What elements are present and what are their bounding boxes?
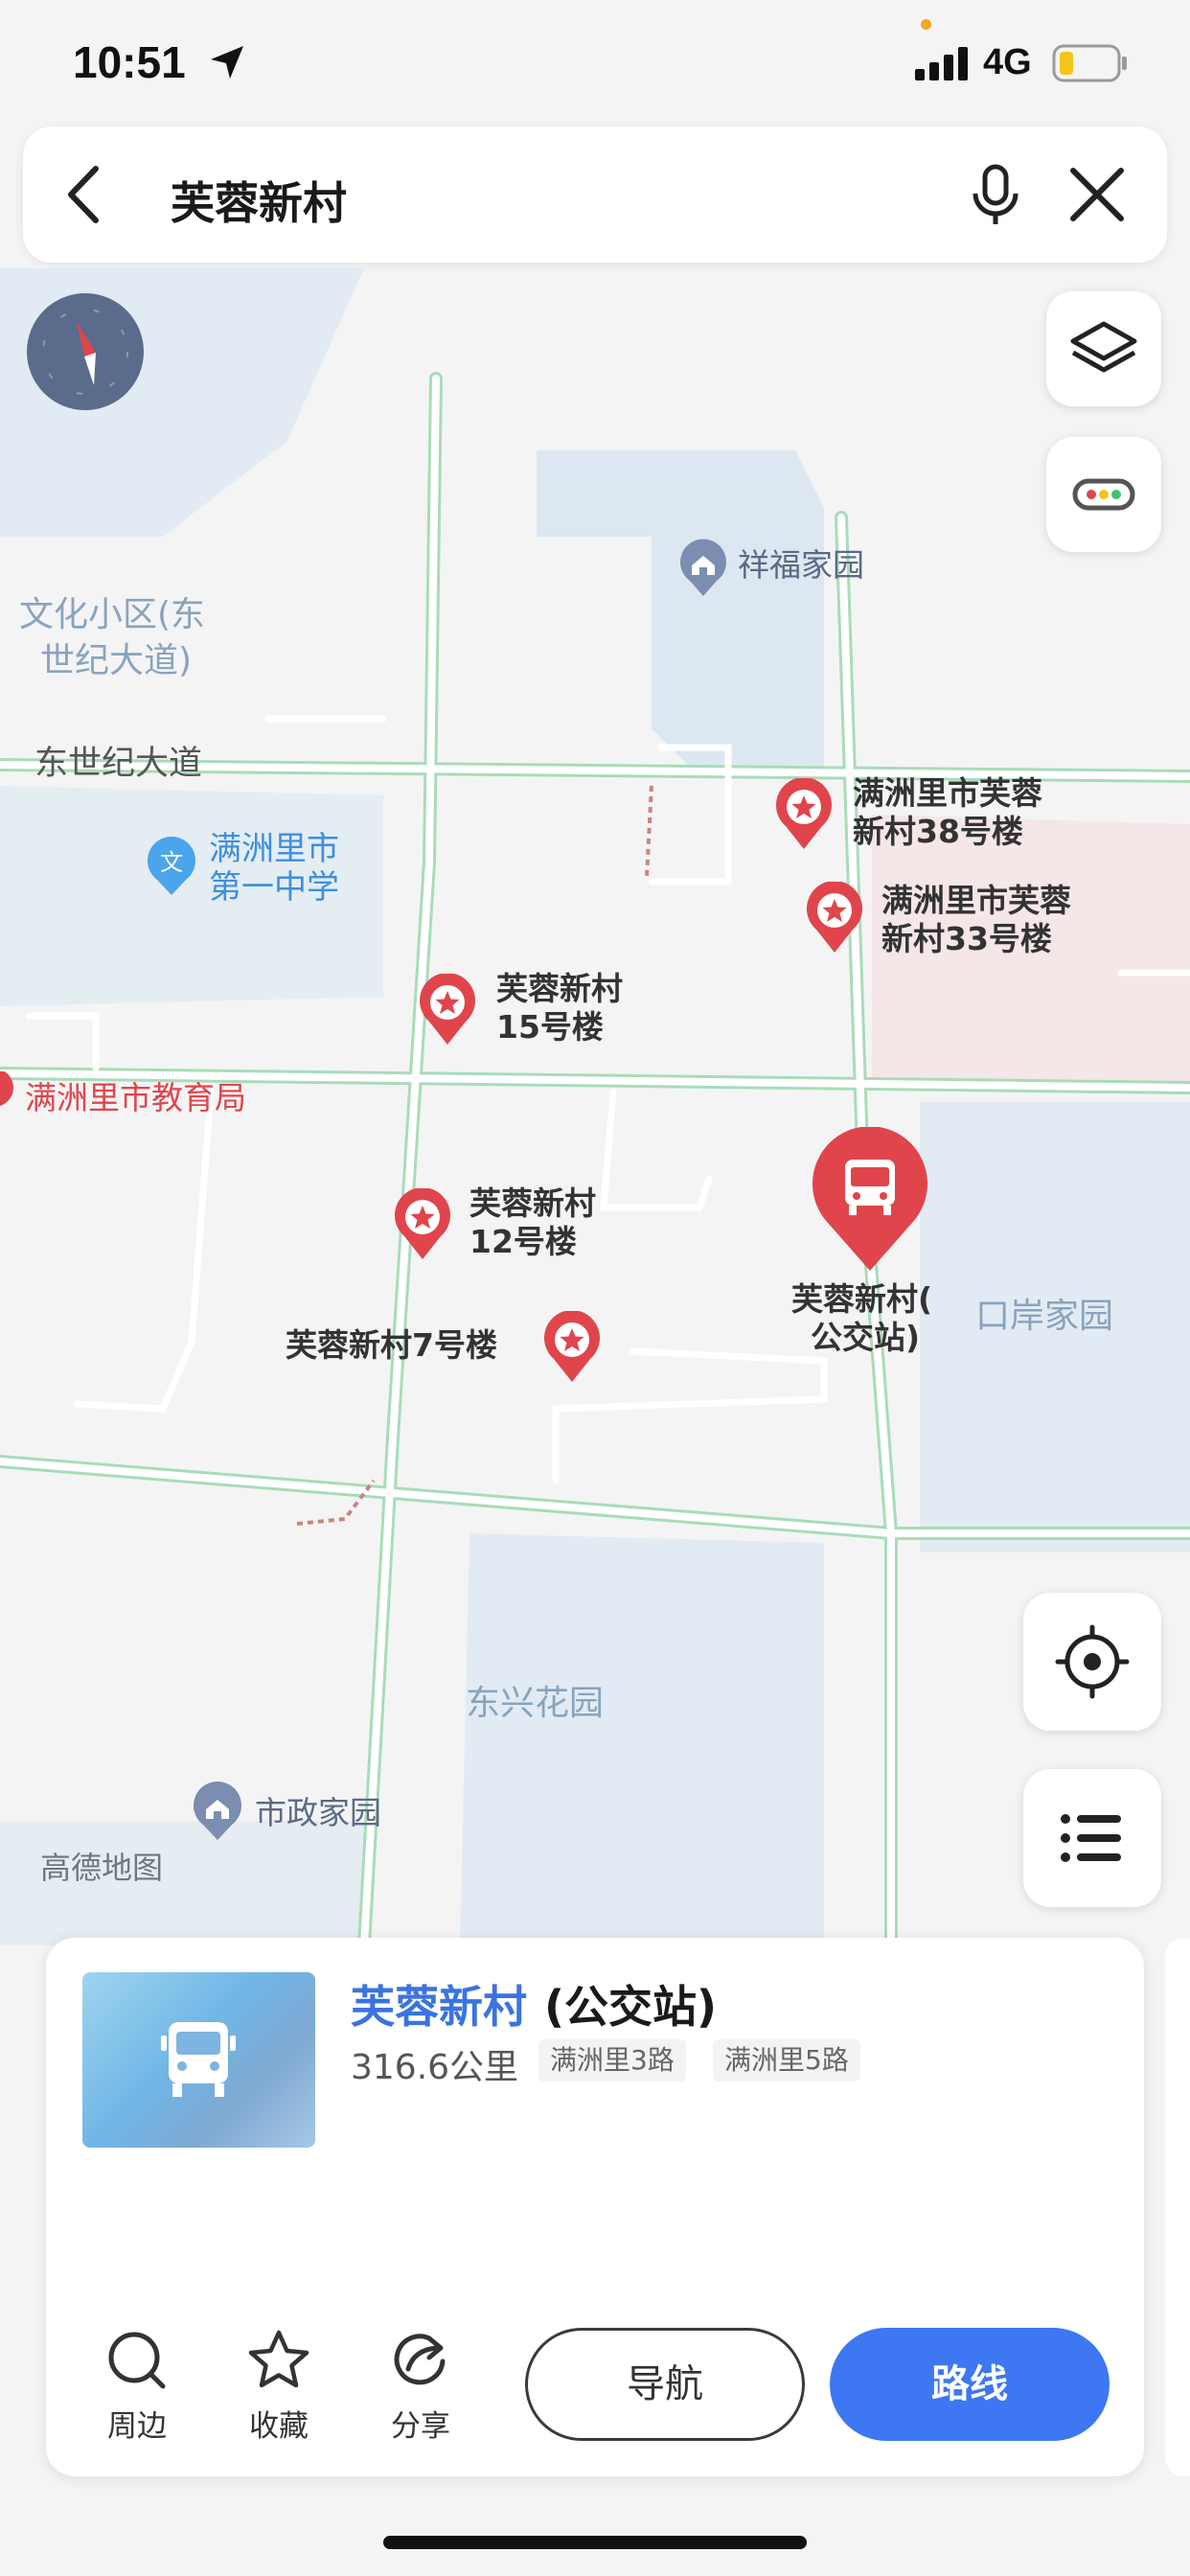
bus-icon — [161, 2022, 236, 2097]
star-marker-icon[interactable] — [418, 974, 477, 1046]
map-watermark: 高德地图 — [40, 1850, 164, 1886]
marker-label[interactable]: 新村33号楼 — [881, 920, 1052, 958]
poi-label[interactable]: 市政家园 — [255, 1794, 381, 1832]
residential-icon[interactable] — [676, 539, 730, 598]
marker-label[interactable]: 满洲里市芙蓉 — [881, 882, 1071, 920]
district-label: 东兴花园 — [466, 1684, 605, 1723]
marker-label[interactable]: 芙蓉新村 — [496, 970, 623, 1008]
signal-icon — [915, 47, 968, 80]
selected-marker-label[interactable]: 芙蓉新村( — [791, 1280, 932, 1319]
svg-text:文: 文 — [160, 849, 183, 876]
selected-marker-label[interactable]: 公交站) — [811, 1319, 920, 1357]
poi-title-highlight: 芙蓉新村 — [351, 1981, 527, 2033]
network-type: 4G — [983, 42, 1032, 82]
compass-button[interactable] — [27, 293, 144, 410]
bus-route-tag[interactable]: 满洲里3路 — [538, 2039, 686, 2082]
poi-title-type: (公交站) — [544, 1981, 718, 2033]
list-button[interactable] — [1023, 1769, 1161, 1907]
locate-button[interactable] — [1023, 1593, 1161, 1731]
district-label: 口岸家园 — [975, 1297, 1114, 1336]
marker-label[interactable]: 新村38号楼 — [853, 813, 1023, 851]
nearby-search-icon[interactable] — [103, 2327, 171, 2394]
poi-distance: 316.6公里 — [351, 2048, 519, 2087]
poi-label[interactable]: 祥福家园 — [738, 546, 864, 585]
district-label: 世纪大道) — [40, 641, 193, 680]
share-icon[interactable] — [387, 2327, 454, 2394]
marker-label[interactable]: 满洲里市芙蓉 — [853, 774, 1042, 813]
list-icon — [1061, 1814, 1121, 1862]
star-marker-icon[interactable] — [774, 778, 834, 851]
star-icon[interactable] — [245, 2327, 312, 2394]
home-indicator[interactable] — [383, 2536, 807, 2549]
navigate-button[interactable]: 导航 — [525, 2328, 805, 2441]
star-marker-icon[interactable] — [393, 1188, 452, 1261]
layers-button[interactable] — [1046, 291, 1161, 406]
marker-label[interactable]: 12号楼 — [469, 1223, 577, 1261]
battery-icon — [1052, 44, 1127, 82]
marker-label[interactable]: 芙蓉新村 — [469, 1184, 596, 1223]
residential-icon[interactable] — [190, 1781, 245, 1842]
location-arrow-icon — [211, 46, 243, 79]
favorite-label[interactable]: 收藏 — [226, 2402, 332, 2445]
close-icon[interactable] — [1064, 161, 1131, 228]
poi-label[interactable]: 满洲里市 — [209, 830, 339, 869]
marker-label[interactable]: 芙蓉新村7号楼 — [286, 1326, 497, 1365]
share-label[interactable]: 分享 — [368, 2402, 473, 2445]
route-button[interactable]: 路线 — [830, 2328, 1110, 2441]
road-label: 东世纪大道 — [34, 745, 203, 783]
back-icon[interactable] — [57, 161, 115, 228]
locate-icon — [1055, 1624, 1130, 1699]
bus-stop-marker-icon[interactable] — [809, 1127, 931, 1273]
compass-icon — [42, 309, 128, 395]
star-marker-icon[interactable] — [542, 1311, 602, 1384]
traffic-button[interactable] — [1046, 437, 1161, 552]
poi-label[interactable]: 满洲里市教育局 — [25, 1079, 246, 1117]
next-card-peek[interactable] — [1165, 1938, 1190, 2476]
traffic-icon — [1072, 478, 1135, 511]
poi-pin-icon[interactable] — [0, 1071, 17, 1121]
bus-route-tag[interactable]: 满洲里5路 — [713, 2039, 860, 2082]
star-marker-icon[interactable] — [805, 882, 864, 954]
nearby-label[interactable]: 周边 — [84, 2402, 190, 2445]
marker-label[interactable]: 15号楼 — [496, 1008, 604, 1046]
microphone-icon[interactable] — [962, 161, 1029, 228]
district-label: 文化小区(东 — [19, 595, 206, 634]
search-input[interactable]: 芙蓉新村 — [171, 169, 347, 232]
layers-icon — [1070, 321, 1137, 373]
poi-label[interactable]: 第一中学 — [209, 868, 339, 908]
privacy-indicator — [921, 19, 931, 30]
poi-thumbnail[interactable] — [82, 1972, 315, 2148]
school-icon[interactable]: 文 — [144, 836, 199, 897]
status-time: 10:51 — [73, 37, 186, 87]
